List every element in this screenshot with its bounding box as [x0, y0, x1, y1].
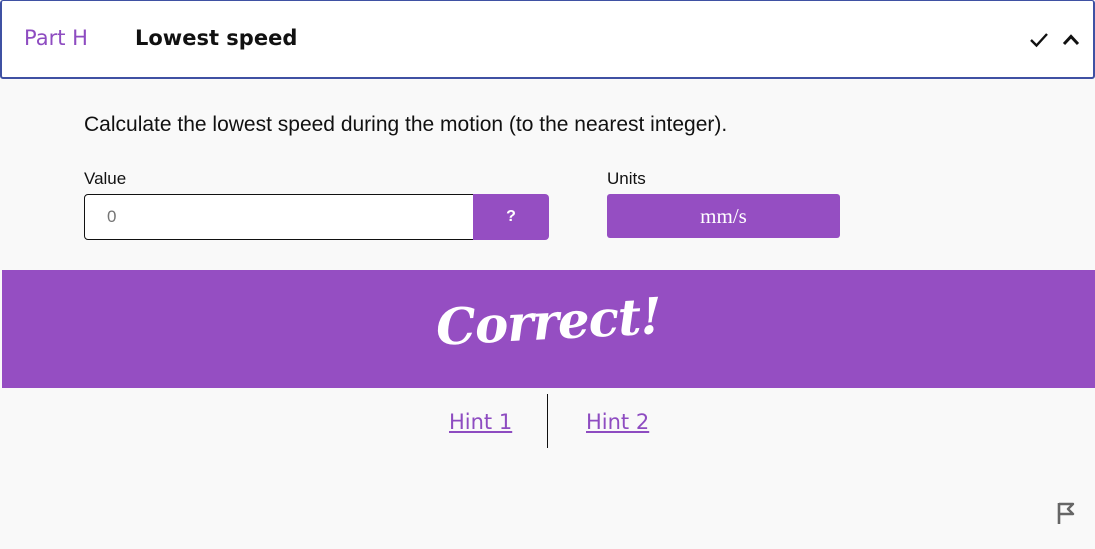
units-button[interactable]: mm/s: [607, 194, 840, 238]
question-text: Calculate the lowest speed during the mo…: [84, 113, 728, 136]
hint-2-link[interactable]: Hint 2: [586, 410, 649, 434]
value-input[interactable]: [84, 194, 474, 240]
feedback-banner: Correct!: [2, 270, 1095, 388]
part-title: Lowest speed: [135, 26, 298, 50]
part-label: Part H: [24, 26, 88, 50]
check-icon: [1030, 33, 1048, 48]
hint-1-link[interactable]: Hint 1: [449, 410, 512, 434]
part-header[interactable]: Part H Lowest speed: [0, 0, 1095, 79]
flag-icon[interactable]: [1055, 500, 1077, 526]
units-label: Units: [607, 169, 646, 188]
chevron-up-icon[interactable]: [1060, 29, 1082, 51]
feedback-text: Correct!: [434, 286, 663, 357]
value-label: Value: [84, 169, 127, 188]
help-button[interactable]: ?: [473, 194, 549, 240]
hint-divider: [547, 394, 548, 448]
